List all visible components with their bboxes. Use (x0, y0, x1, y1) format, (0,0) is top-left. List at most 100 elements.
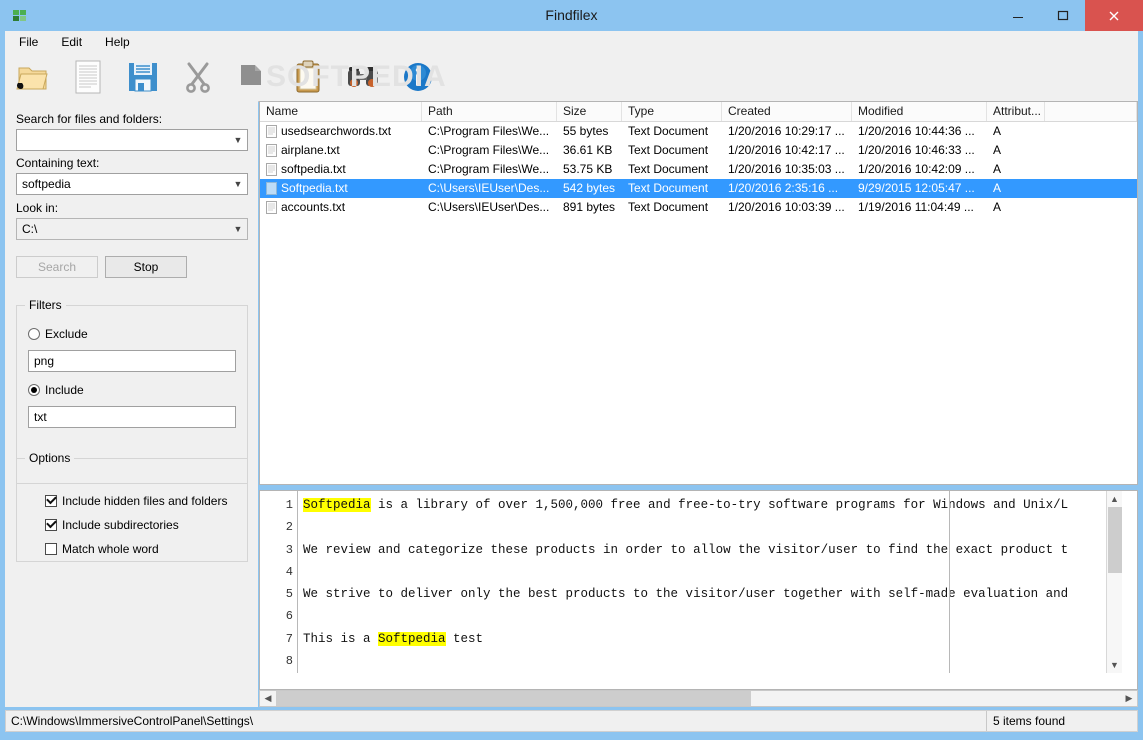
minimize-button[interactable] (995, 0, 1040, 29)
horizontal-scroll-thumb[interactable] (276, 691, 751, 706)
look-in-combobox[interactable]: C:\ ▼ (16, 218, 248, 240)
table-row[interactable]: softpedia.txt C:\Program Files\We... 53.75… (260, 160, 1137, 179)
cell-name: accounts.txt (260, 198, 422, 217)
containing-text-combobox[interactable]: softpedia ▼ (16, 173, 248, 195)
search-button[interactable]: Search (16, 256, 98, 278)
cell-path: C:\Program Files\We... (428, 124, 550, 138)
column-header-created[interactable]: Created (722, 102, 852, 121)
preview-text[interactable]: Softpedia is a library of over 1,500,000… (299, 491, 1122, 673)
text-file-icon (266, 125, 277, 138)
checkbox-match-whole-word[interactable] (45, 543, 57, 555)
close-button[interactable] (1085, 0, 1143, 31)
column-header-name[interactable]: Name (260, 102, 422, 121)
search-files-label: Search for files and folders: (16, 112, 163, 126)
stop-button[interactable]: Stop (105, 256, 187, 278)
copy-icon (240, 65, 261, 85)
column-header-modified[interactable]: Modified (852, 102, 987, 121)
exclude-radio[interactable] (28, 328, 40, 340)
scroll-left-icon[interactable]: ◀ (260, 693, 276, 704)
scroll-down-icon[interactable]: ▼ (1107, 657, 1122, 673)
menu-item-help[interactable]: Help (96, 33, 139, 51)
vertical-scroll-thumb[interactable] (1108, 507, 1122, 573)
include-radio[interactable] (28, 384, 40, 396)
file-list-header: Name Path Size Type Created Modified Attribut.… (260, 102, 1137, 122)
cell-name: Softpedia.txt (260, 179, 422, 198)
menu-item-edit[interactable]: Edit (52, 33, 91, 51)
line-number: 2 (285, 520, 293, 535)
cell-created: 1/20/2016 2:35:16 ... (728, 181, 839, 195)
option-include-hidden-label: Include hidden files and folders (62, 494, 228, 508)
file-list-body[interactable]: usedsearchwords.txt C:\Program Files\We..… (260, 122, 1137, 217)
open-folder-button[interactable] (5, 54, 60, 100)
window-title: Findfilex (545, 7, 598, 23)
cell-type: Text Document (628, 181, 709, 195)
table-row[interactable]: usedsearchwords.txt C:\Program Files\We..… (260, 122, 1137, 141)
column-header-attribut[interactable]: Attribut... (987, 102, 1045, 121)
checkbox-include-hidden[interactable] (45, 495, 57, 507)
new-document-button[interactable] (60, 54, 115, 100)
scroll-right-icon[interactable]: ▶ (1121, 693, 1137, 704)
cell-path: C:\Users\IEUser\Des... (428, 181, 550, 195)
paste-button[interactable] (280, 54, 335, 100)
preview-line: We review and categorize these products … (303, 542, 1069, 557)
chevron-down-icon: ▼ (233, 224, 243, 234)
preview-vertical-scrollbar[interactable]: ▲ ▼ (1106, 491, 1122, 673)
checkbox-include-subdirs[interactable] (45, 519, 57, 531)
column-header-size[interactable]: Size (557, 102, 622, 121)
line-number: 5 (285, 587, 293, 602)
status-bar: C:\Windows\ImmersiveControlPanel\Setting… (5, 710, 1138, 732)
cell-modified: 1/19/2016 11:04:49 ... (858, 200, 974, 214)
copy-button[interactable] (225, 54, 280, 100)
exclude-input[interactable]: png (28, 350, 236, 372)
cell-type: Text Document (628, 143, 709, 157)
cell-created: 1/20/2016 10:29:17 ... (728, 124, 845, 138)
option-include-hidden[interactable]: Include hidden files and folders (45, 494, 227, 508)
column-header-type[interactable]: Type (622, 102, 722, 121)
save-button[interactable] (115, 54, 170, 100)
line-number: 6 (285, 609, 293, 624)
search-match-highlight: Softpedia (378, 631, 446, 646)
info-button[interactable] (390, 54, 445, 100)
save-icon (128, 63, 157, 92)
line-number-gutter: 1234567891011 (260, 491, 298, 673)
cell-attributes: A (993, 181, 1002, 195)
option-match-whole-word[interactable]: Match whole word (45, 542, 159, 556)
exclude-radio-row[interactable]: Exclude (28, 327, 88, 341)
line-number: 8 (285, 654, 293, 669)
line-number: 9 (260, 672, 297, 673)
scroll-up-icon[interactable]: ▲ (1107, 491, 1122, 507)
search-match-highlight: Softpedia (303, 498, 371, 512)
paste-clipboard-icon (296, 60, 319, 93)
preview-line (299, 605, 1122, 627)
text-file-icon (266, 201, 277, 214)
cell-size: 55 bytes (563, 124, 609, 138)
search-files-combobox[interactable]: ▼ (16, 129, 248, 151)
preview-horizontal-scrollbar[interactable]: ◀ ▶ (259, 690, 1138, 707)
cell-type: Text Document (628, 200, 709, 214)
option-include-subdirs[interactable]: Include subdirectories (45, 518, 179, 532)
include-input[interactable]: txt (28, 406, 236, 428)
cell-attributes: A (993, 124, 1002, 138)
cell-created: 1/20/2016 10:42:17 ... (728, 143, 845, 157)
column-header-path[interactable]: Path (422, 102, 557, 121)
preview-line: We strive to deliver only the best produ… (303, 587, 1069, 602)
open-folder-icon (15, 67, 48, 90)
cell-attributes: A (993, 200, 1002, 214)
cell-size: 53.75 KB (563, 162, 613, 176)
cut-scissors-icon (185, 62, 210, 93)
file-list[interactable]: Name Path Size Type Created Modified Attribut.… (259, 101, 1138, 485)
include-radio-row[interactable]: Include (28, 383, 84, 397)
line-number: 7 (285, 631, 293, 646)
menu-item-file[interactable]: File (10, 33, 47, 51)
table-row[interactable]: accounts.txt C:\Users\IEUser\Des... 891 by… (260, 198, 1137, 217)
table-row[interactable]: Softpedia.txt C:\Users\IEUser\Des... 542 b… (260, 179, 1137, 198)
containing-text-label: Containing text: (16, 156, 100, 170)
table-row[interactable]: airplane.txt C:\Program Files\We... 36.61 … (260, 141, 1137, 160)
cell-modified: 1/20/2016 10:42:09 ... (858, 162, 975, 176)
file-preview-pane[interactable]: 1234567891011 Softpedia is a library of … (259, 490, 1138, 690)
cell-created: 1/20/2016 10:35:03 ... (728, 162, 845, 176)
containing-text-value: softpedia (22, 177, 71, 191)
maximize-button[interactable] (1040, 0, 1085, 29)
find-button[interactable] (335, 54, 390, 100)
cut-button[interactable] (170, 54, 225, 100)
